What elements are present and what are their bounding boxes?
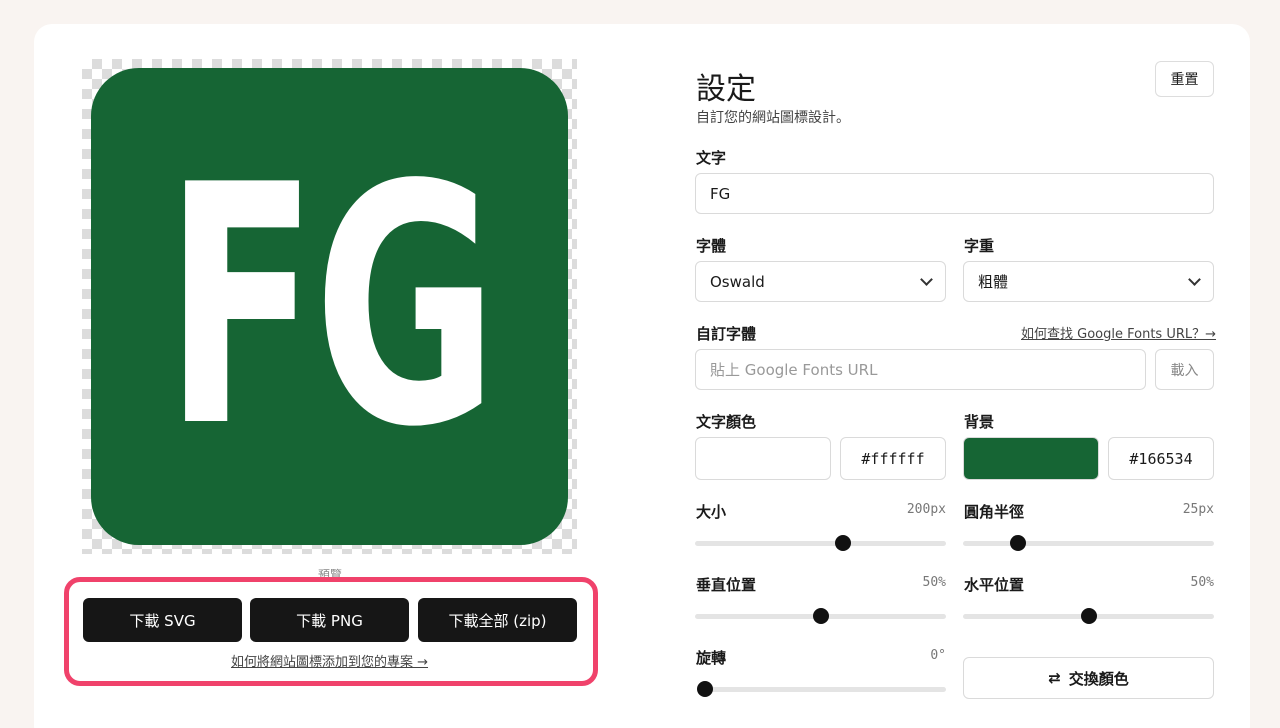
download-zip-button[interactable]: 下載全部 (zip) (418, 598, 577, 642)
hpos-slider-thumb[interactable] (1080, 608, 1097, 624)
rotate-label: 旋轉 (696, 649, 727, 667)
vpos-label: 垂直位置 (696, 576, 757, 594)
chevron-down-icon (1188, 272, 1201, 286)
text-input[interactable]: FG (695, 173, 1214, 214)
chevron-down-icon (920, 272, 933, 286)
swap-icon: ⇄ (1048, 669, 1061, 687)
bg-color-swatch[interactable] (963, 437, 1099, 480)
size-label: 大小 (696, 503, 727, 521)
weight-select[interactable]: 粗體 (963, 261, 1214, 302)
custom-font-label: 自訂字體 (696, 325, 757, 343)
vpos-value: 50% (922, 575, 946, 590)
size-slider[interactable] (695, 535, 946, 551)
rotate-value: 0° (930, 648, 946, 663)
page-title: 設定 (696, 72, 756, 107)
weight-select-value: 粗體 (978, 273, 1009, 291)
radius-label: 圓角半徑 (964, 503, 1025, 521)
favicon-text: FG (164, 114, 498, 499)
swap-colors-button[interactable]: ⇄ 交換顏色 (963, 657, 1214, 699)
swap-colors-label: 交換顏色 (1068, 669, 1129, 688)
load-font-button[interactable]: 載入 (1155, 349, 1214, 390)
radius-value: 25px (1182, 502, 1214, 517)
text-color-label: 文字顏色 (696, 413, 757, 431)
howto-add-favicon-link[interactable]: 如何將網站圖標添加到您的專案 → (82, 651, 577, 670)
text-color-hex-input[interactable]: #ffffff (840, 437, 946, 480)
radius-slider[interactable] (963, 535, 1214, 551)
text-label: 文字 (696, 149, 727, 167)
google-fonts-help-link[interactable]: 如何查找 Google Fonts URL？→ (1021, 323, 1216, 342)
preview-canvas: FG (82, 59, 577, 554)
font-select[interactable]: Oswald (695, 261, 946, 302)
weight-label: 字重 (964, 237, 995, 255)
google-fonts-url-input[interactable]: 貼上 Google Fonts URL (695, 349, 1146, 390)
font-label: 字體 (696, 237, 727, 255)
hpos-label: 水平位置 (964, 576, 1025, 594)
font-select-value: Oswald (710, 272, 765, 291)
download-svg-button[interactable]: 下載 SVG (83, 598, 242, 642)
text-color-swatch[interactable] (695, 437, 831, 480)
reset-button[interactable]: 重置 (1155, 61, 1214, 97)
size-slider-thumb[interactable] (835, 535, 852, 551)
size-value: 200px (906, 502, 946, 517)
rotate-slider-thumb[interactable] (697, 681, 713, 697)
bg-color-hex-input[interactable]: #166534 (1108, 437, 1214, 480)
vpos-slider-thumb[interactable] (812, 608, 829, 624)
download-png-button[interactable]: 下載 PNG (250, 598, 409, 642)
hpos-slider[interactable] (963, 608, 1214, 624)
page-subtitle: 自訂您的網站圖標設計。 (696, 110, 850, 126)
vpos-slider[interactable] (695, 608, 946, 624)
favicon-preview: FG (91, 68, 568, 545)
hpos-value: 50% (1190, 575, 1214, 590)
rotate-slider[interactable] (697, 681, 946, 697)
bg-label: 背景 (964, 413, 995, 431)
